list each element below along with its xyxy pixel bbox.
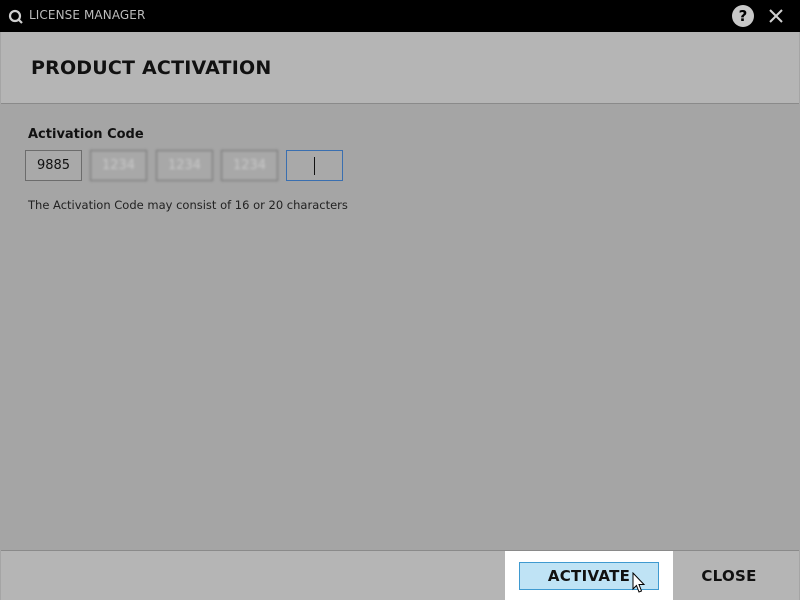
help-button[interactable]: ? [732, 5, 754, 27]
activation-code-field-3[interactable] [156, 150, 213, 181]
title-bar: LICENSE MANAGER ? [0, 0, 800, 32]
text-caret [314, 157, 315, 175]
dialog-footer: ACTIVATE CLOSE [1, 550, 799, 600]
activate-button-highlight: ACTIVATE [505, 551, 673, 600]
page-header: PRODUCT ACTIVATION [1, 32, 799, 104]
activation-code-field-1[interactable] [25, 150, 82, 181]
window-title: LICENSE MANAGER [29, 8, 146, 22]
activation-code-label: Activation Code [28, 127, 144, 142]
activation-code-field-2[interactable] [90, 150, 147, 181]
close-icon[interactable] [766, 6, 786, 26]
mouse-pointer-icon [632, 572, 646, 593]
page-title: PRODUCT ACTIVATION [31, 57, 272, 79]
content-area: Activation Code The Activation Code may … [1, 104, 799, 550]
activation-code-field-4[interactable] [221, 150, 278, 181]
close-button[interactable]: CLOSE [691, 562, 767, 590]
q-logo-icon [8, 9, 23, 24]
activation-code-hint: The Activation Code may consist of 16 or… [28, 198, 348, 212]
